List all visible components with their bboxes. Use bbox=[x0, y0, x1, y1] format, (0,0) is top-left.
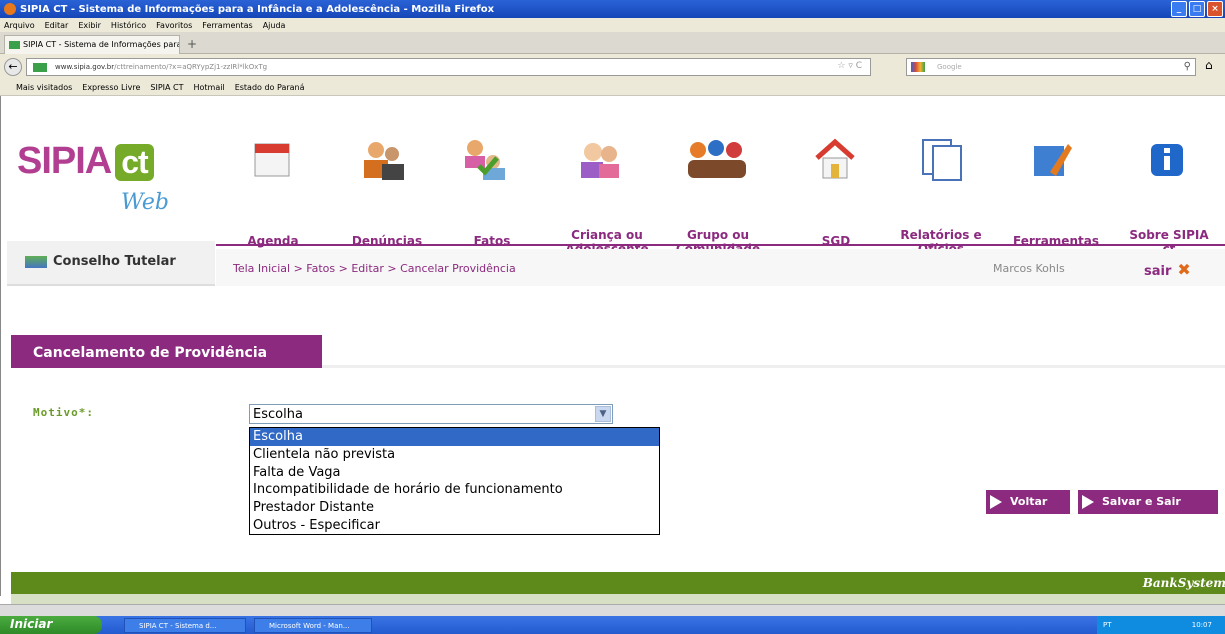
system-tray: PT 10:07 bbox=[1097, 616, 1225, 634]
firefox-icon bbox=[4, 3, 16, 15]
horizontal-scrollbar[interactable] bbox=[0, 604, 1225, 616]
menu-ajuda[interactable]: Ajuda bbox=[263, 21, 286, 30]
task-word[interactable]: Microsoft Word - Man... bbox=[254, 618, 372, 633]
breadcrumb[interactable]: Tela Inicial > Fatos > Editar > Cancelar… bbox=[233, 262, 516, 275]
option-prestador-distante[interactable]: Prestador Distante bbox=[250, 499, 659, 517]
menu-bar: Arquivo Editar Exibir Histórico Favorito… bbox=[0, 18, 1225, 32]
tools-icon[interactable] bbox=[1028, 136, 1076, 184]
motivo-select[interactable]: Escolha ▼ bbox=[249, 404, 613, 424]
window-titlebar: SIPIA CT - Sistema de Informações para a… bbox=[0, 0, 1225, 18]
module-label: Conselho Tutelar bbox=[53, 254, 176, 269]
minimize-button[interactable]: _ bbox=[1171, 1, 1187, 17]
bookmark-star-icon[interactable]: ☆ ▿ C bbox=[837, 61, 862, 71]
option-outros[interactable]: Outros - Especificar bbox=[250, 517, 659, 535]
section-title: Cancelamento de Providência bbox=[11, 335, 322, 368]
menu-ferramentas[interactable]: Ferramentas bbox=[202, 21, 252, 30]
menu-editar[interactable]: Editar bbox=[45, 21, 69, 30]
conselho-icon bbox=[25, 255, 47, 268]
navigation-bar: ← www.sipia.gov.br/cttreinamento/?x=aQRY… bbox=[0, 54, 1225, 80]
taskbar: Iniciar SIPIA CT - Sistema d... Microsof… bbox=[0, 616, 1225, 634]
crianca-icon[interactable] bbox=[575, 136, 623, 184]
menu-favoritos[interactable]: Favoritos bbox=[156, 21, 192, 30]
footer-bar: BankSystem bbox=[11, 572, 1225, 594]
denuncias-icon[interactable] bbox=[358, 136, 406, 184]
option-escolha[interactable]: Escolha bbox=[250, 428, 659, 446]
url-input[interactable]: www.sipia.gov.br/cttreinamento/?x=aQRYyp… bbox=[26, 58, 871, 76]
bookmark-hotmail[interactable]: Hotmail bbox=[194, 83, 225, 92]
window-title: SIPIA CT - Sistema de Informações para a… bbox=[20, 3, 495, 15]
menu-historico[interactable]: Histórico bbox=[111, 21, 146, 30]
info-icon[interactable] bbox=[1147, 136, 1187, 184]
menu-arquivo[interactable]: Arquivo bbox=[4, 21, 35, 30]
chevron-down-icon[interactable]: ▼ bbox=[595, 406, 611, 422]
motivo-dropdown-list: Escolha Clientela não prevista Falta de … bbox=[249, 427, 660, 535]
bookmark-mais-visitados[interactable]: Mais visitados bbox=[16, 83, 72, 92]
site-favicon bbox=[33, 63, 47, 72]
nav-divider bbox=[216, 244, 1225, 246]
sipia-favicon bbox=[9, 41, 20, 49]
calendar-icon[interactable] bbox=[249, 136, 297, 184]
sipia-logo[interactable]: SIPIA ct bbox=[17, 140, 154, 183]
logout-label: sair bbox=[1144, 264, 1172, 279]
task-firefox[interactable]: SIPIA CT - Sistema d... bbox=[124, 618, 246, 633]
fatos-icon[interactable] bbox=[459, 136, 507, 184]
logout-x-icon: ✖ bbox=[1177, 260, 1191, 279]
search-placeholder: Google bbox=[937, 63, 962, 71]
search-input[interactable]: Google ⚲ bbox=[906, 58, 1196, 76]
grupo-icon[interactable] bbox=[684, 136, 750, 184]
bookmarks-bar: Mais visitados Expresso Livre SIPIA CT H… bbox=[0, 80, 1225, 96]
google-icon bbox=[911, 62, 925, 72]
motivo-selected-value: Escolha bbox=[253, 407, 303, 422]
page-content: SIPIA ct Web Conselho Tutelar Agenda Denú… bbox=[0, 96, 1225, 604]
footer-brand: BankSystem bbox=[1142, 576, 1225, 590]
user-name: Marcos Kohls bbox=[993, 262, 1065, 275]
option-incompatibilidade[interactable]: Incompatibilidade de horário de funciona… bbox=[250, 481, 659, 499]
new-tab-button[interactable]: + bbox=[184, 37, 200, 51]
url-site: www.sipia.gov.br bbox=[55, 63, 115, 71]
tab-label: SIPIA CT - Sistema de Informações para a… bbox=[23, 40, 180, 49]
logo-web-text: Web bbox=[121, 190, 169, 215]
url-path: /cttreinamento/?x=aQRYypZj1-zzIRl*lkOxTg bbox=[114, 63, 268, 71]
option-clientela[interactable]: Clientela não prevista bbox=[250, 446, 659, 464]
footer-strip bbox=[11, 594, 1225, 604]
logout-link[interactable]: sair ✖ bbox=[1144, 260, 1191, 279]
bookmark-estado-parana[interactable]: Estado do Paraná bbox=[235, 83, 305, 92]
bookmark-expresso-livre[interactable]: Expresso Livre bbox=[82, 83, 140, 92]
close-button[interactable]: × bbox=[1207, 1, 1223, 17]
tab-bar: SIPIA CT - Sistema de Informações para a… bbox=[0, 32, 1225, 54]
logo-sipia-text: SIPIA bbox=[17, 140, 112, 182]
save-exit-button[interactable]: Salvar e Sair bbox=[1078, 490, 1218, 514]
back-button[interactable]: Voltar bbox=[986, 490, 1070, 514]
module-title: Conselho Tutelar bbox=[25, 254, 176, 269]
clock: 10:07 bbox=[1191, 621, 1212, 629]
option-falta-vaga[interactable]: Falta de Vaga bbox=[250, 464, 659, 482]
back-arrow-icon[interactable]: ← bbox=[4, 58, 22, 76]
bookmark-sipia-ct[interactable]: SIPIA CT bbox=[150, 83, 183, 92]
menu-exibir[interactable]: Exibir bbox=[78, 21, 101, 30]
motivo-label: Motivo*: bbox=[33, 406, 94, 419]
language-indicator[interactable]: PT bbox=[1103, 621, 1112, 629]
home-icon[interactable]: ⌂ bbox=[1205, 58, 1213, 72]
logo-ct-text: ct bbox=[115, 144, 154, 181]
reports-icon[interactable] bbox=[919, 136, 967, 184]
house-icon[interactable] bbox=[811, 136, 859, 184]
start-button[interactable]: Iniciar bbox=[0, 616, 102, 634]
maximize-button[interactable]: □ bbox=[1189, 1, 1205, 17]
browser-tab[interactable]: SIPIA CT - Sistema de Informações para a… bbox=[4, 35, 180, 54]
search-icon[interactable]: ⚲ bbox=[1184, 61, 1191, 72]
